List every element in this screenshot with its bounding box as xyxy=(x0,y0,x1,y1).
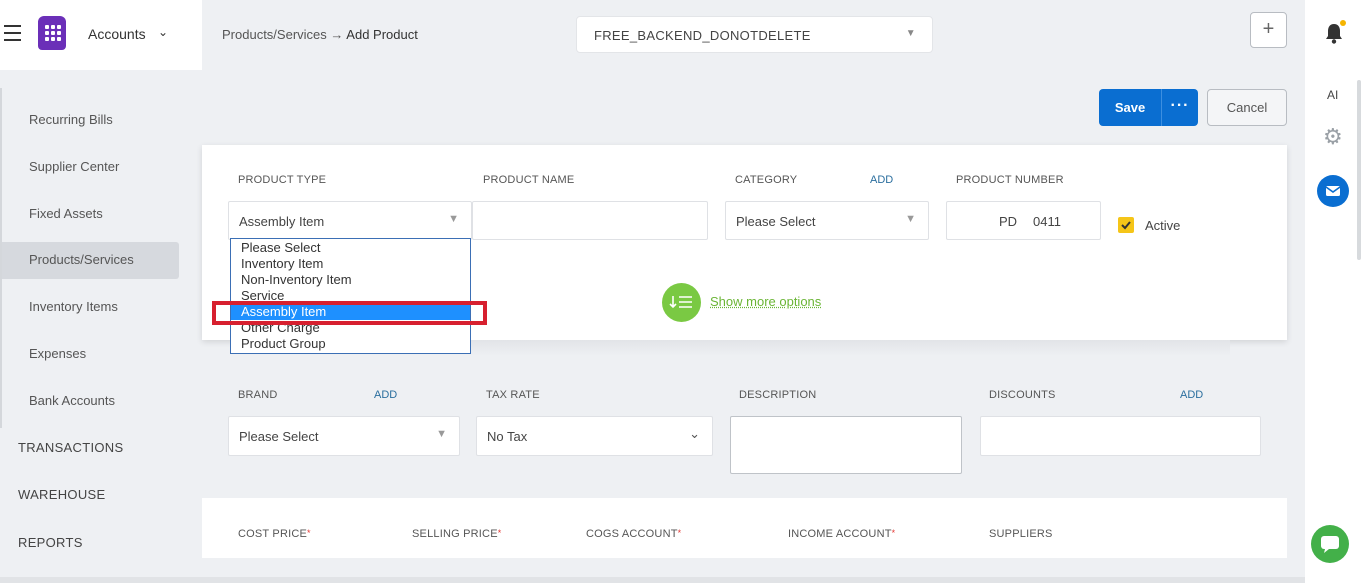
product-type-value: Assembly Item xyxy=(239,214,325,229)
chat-icon[interactable] xyxy=(1311,525,1349,563)
gear-icon[interactable]: ⚙ xyxy=(1323,124,1343,150)
dropdown-option-product-group[interactable]: Product Group xyxy=(231,336,470,352)
category-value: Please Select xyxy=(736,214,816,229)
description-label: DESCRIPTION xyxy=(739,389,817,401)
show-more-options-link[interactable]: Show more options xyxy=(710,294,821,309)
cost-price-label: COST PRICE* xyxy=(238,528,311,540)
sidebar-item-supplier-center[interactable]: Supplier Center xyxy=(29,159,119,174)
product-number-field[interactable]: PD 0411 xyxy=(946,201,1101,240)
list-sort-icon[interactable] xyxy=(662,283,701,322)
product-type-select[interactable]: Assembly Item ▼ xyxy=(228,201,472,240)
chevron-down-icon: ⌄ xyxy=(689,426,700,441)
sidebar-item-recurring-bills[interactable]: Recurring Bills xyxy=(29,112,113,127)
add-discount-link[interactable]: ADD xyxy=(1180,389,1203,401)
breadcrumb-parent[interactable]: Products/Services xyxy=(222,27,327,42)
tax-rate-select[interactable]: No Tax ⌄ xyxy=(476,416,713,456)
active-label: Active xyxy=(1145,218,1181,233)
dropdown-option-inventory-item[interactable]: Inventory Item xyxy=(231,256,470,272)
product-type-label: PRODUCT TYPE xyxy=(238,174,327,186)
active-checkbox[interactable] xyxy=(1118,217,1134,233)
sidebar-item-bank-accounts[interactable]: Bank Accounts xyxy=(29,393,115,408)
save-button[interactable]: Save xyxy=(1099,89,1161,126)
tax-rate-label: TAX RATE xyxy=(486,389,540,401)
product-number-value: 0411 xyxy=(1033,214,1061,229)
category-label: CATEGORY xyxy=(735,174,798,186)
notification-dot xyxy=(1340,20,1346,26)
app-switcher-label[interactable]: Accounts xyxy=(88,26,146,42)
save-button-group: Save ··· xyxy=(1099,89,1198,126)
product-name-label: PRODUCT NAME xyxy=(483,174,575,186)
organization-select[interactable]: FREE_BACKEND_DONOTDELETE ▼ xyxy=(576,16,933,53)
product-number-prefix: PD xyxy=(999,214,1018,229)
chevron-down-icon: ▼ xyxy=(436,428,447,440)
brand-value: Please Select xyxy=(239,429,319,444)
dropdown-option-please-select[interactable]: Please Select xyxy=(231,240,470,256)
highlight-annotation-box xyxy=(212,301,487,325)
chevron-down-icon: ▼ xyxy=(905,213,916,225)
brand-select[interactable]: Please Select ▼ xyxy=(228,416,460,456)
income-account-label: INCOME ACCOUNT* xyxy=(788,528,896,540)
suppliers-label: SUPPLIERS xyxy=(989,528,1053,540)
breadcrumb: Products/Services → Add Product xyxy=(222,27,418,42)
discounts-label: DISCOUNTS xyxy=(989,389,1056,401)
mail-icon[interactable] xyxy=(1317,175,1349,207)
add-brand-link[interactable]: ADD xyxy=(374,389,397,401)
product-name-input[interactable] xyxy=(472,201,708,240)
top-bar: Accounts ⌄ Products/Services → Add Produ… xyxy=(0,0,1361,70)
selling-price-label: SELLING PRICE* xyxy=(412,528,502,540)
ai-button[interactable]: AI xyxy=(1327,88,1338,102)
product-type-dropdown: Please Select Inventory Item Non-Invento… xyxy=(230,238,471,354)
sidebar-section-reports[interactable]: REPORTS xyxy=(18,535,83,550)
sidebar-item-expenses[interactable]: Expenses xyxy=(29,346,86,361)
chevron-down-icon: ▼ xyxy=(905,28,916,39)
bottom-scroll-strip xyxy=(0,577,1305,583)
organization-name: FREE_BACKEND_DONOTDELETE xyxy=(594,28,811,43)
tax-rate-value: No Tax xyxy=(487,429,528,444)
add-category-link[interactable]: ADD xyxy=(870,174,893,186)
brand-label: BRAND xyxy=(238,389,278,401)
menu-icon[interactable] xyxy=(4,25,21,43)
discounts-input[interactable] xyxy=(980,416,1261,456)
sidebar-section-warehouse[interactable]: WAREHOUSE xyxy=(18,487,105,502)
sidebar-item-products-services[interactable]: Products/Services xyxy=(29,252,134,267)
cancel-button[interactable]: Cancel xyxy=(1207,89,1287,126)
product-number-label: PRODUCT NUMBER xyxy=(956,174,1064,186)
sidebar: Recurring Bills Supplier Center Fixed As… xyxy=(0,70,202,583)
check-icon xyxy=(1121,221,1131,230)
chevron-down-icon[interactable]: ⌄ xyxy=(158,25,168,39)
breadcrumb-arrow-icon: → xyxy=(330,27,344,42)
description-textarea[interactable] xyxy=(730,416,962,474)
quick-add-button[interactable]: + xyxy=(1250,12,1287,48)
scrollbar[interactable] xyxy=(1357,80,1361,260)
sidebar-item-fixed-assets[interactable]: Fixed Assets xyxy=(29,206,103,221)
cogs-account-label: COGS ACCOUNT* xyxy=(586,528,682,540)
sidebar-item-inventory-items[interactable]: Inventory Items xyxy=(29,299,118,314)
app-logo-icon xyxy=(38,16,66,50)
category-select[interactable]: Please Select ▼ xyxy=(725,201,929,240)
pricing-card xyxy=(202,498,1287,558)
chevron-down-icon: ▼ xyxy=(448,213,459,225)
right-rail: AI ⚙ xyxy=(1305,0,1361,583)
breadcrumb-current: Add Product xyxy=(346,27,418,42)
sidebar-section-transactions[interactable]: TRANSACTIONS xyxy=(18,440,123,455)
dropdown-option-non-inventory-item[interactable]: Non-Inventory Item xyxy=(231,272,470,288)
more-actions-button[interactable]: ··· xyxy=(1162,89,1198,126)
brand-area: Accounts ⌄ xyxy=(0,0,202,70)
